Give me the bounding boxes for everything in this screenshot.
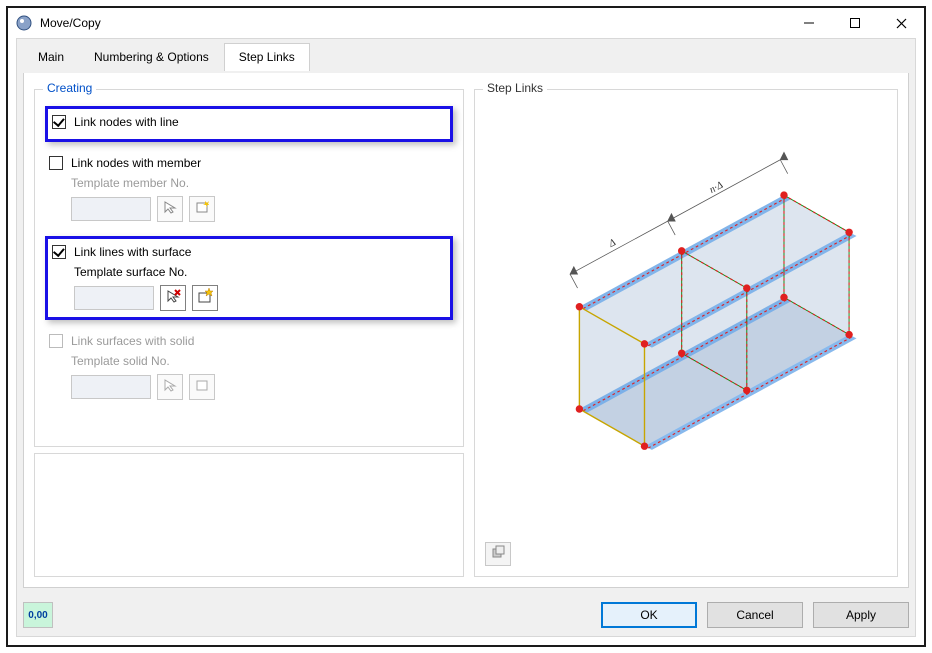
checkbox-link-nodes-member[interactable] bbox=[49, 156, 63, 170]
input-template-member[interactable] bbox=[71, 197, 151, 221]
label-link-lines-surface: Link lines with surface bbox=[74, 245, 191, 259]
cancel-button[interactable]: Cancel bbox=[707, 602, 803, 628]
tab-step-links[interactable]: Step Links bbox=[224, 43, 310, 71]
new-surface-button[interactable] bbox=[192, 285, 218, 311]
label-link-nodes-line: Link nodes with line bbox=[74, 115, 179, 129]
creating-group: Creating Link nodes with line bbox=[34, 89, 464, 447]
new-member-button[interactable] bbox=[189, 196, 215, 222]
option-link-nodes-line: Link nodes with line bbox=[45, 106, 453, 142]
label-template-solid: Template solid No. bbox=[71, 354, 451, 368]
option-link-nodes-member: Link nodes with member Template member N… bbox=[45, 148, 453, 230]
window-title: Move/Copy bbox=[40, 16, 786, 30]
tabs-row: Main Numbering & Options Step Links bbox=[23, 43, 921, 71]
svg-text:Δ: Δ bbox=[606, 237, 617, 250]
new-star-icon bbox=[197, 288, 213, 309]
input-template-surface[interactable] bbox=[74, 286, 154, 310]
label-template-member: Template member No. bbox=[71, 176, 451, 190]
checkbox-link-nodes-line[interactable] bbox=[52, 115, 66, 129]
preview-tool-button[interactable] bbox=[485, 542, 511, 566]
new-icon bbox=[195, 200, 209, 219]
checkbox-link-surfaces-solid bbox=[49, 334, 63, 348]
pick-icon bbox=[163, 378, 177, 397]
pick-surface-button[interactable] bbox=[160, 285, 186, 311]
pick-solid-button bbox=[157, 374, 183, 400]
preview-diagram: .face { fill: rgba(120,150,190,0.25); st… bbox=[505, 130, 877, 483]
decimal-places-button[interactable]: 0,00 bbox=[23, 602, 53, 628]
svg-text:n·Δ: n·Δ bbox=[708, 180, 725, 196]
ok-button[interactable]: OK bbox=[601, 602, 697, 628]
minimize-button[interactable] bbox=[786, 8, 832, 38]
apply-button[interactable]: Apply bbox=[813, 602, 909, 628]
creating-title: Creating bbox=[43, 81, 96, 95]
label-template-surface: Template surface No. bbox=[74, 265, 448, 279]
label-link-nodes-member: Link nodes with member bbox=[71, 156, 201, 170]
new-icon bbox=[195, 378, 209, 397]
blank-group bbox=[34, 453, 464, 577]
tab-numbering[interactable]: Numbering & Options bbox=[79, 43, 224, 71]
maximize-button[interactable] bbox=[832, 8, 878, 38]
option-link-surfaces-solid: Link surfaces with solid Template solid … bbox=[45, 326, 453, 408]
close-button[interactable] bbox=[878, 8, 924, 38]
tab-main[interactable]: Main bbox=[23, 43, 79, 71]
checkbox-link-lines-surface[interactable] bbox=[52, 245, 66, 259]
label-link-surfaces-solid: Link surfaces with solid bbox=[71, 334, 194, 348]
pick-delete-icon bbox=[165, 288, 181, 309]
preview-group: Step Links .face { fill: rgba(120,150,19… bbox=[474, 89, 898, 577]
app-icon bbox=[16, 15, 32, 31]
new-solid-button bbox=[189, 374, 215, 400]
option-link-lines-surface: Link lines with surface Template surface… bbox=[45, 236, 453, 320]
pick-member-button[interactable] bbox=[157, 196, 183, 222]
titlebar: Move/Copy bbox=[8, 8, 924, 38]
preview-title: Step Links bbox=[483, 81, 547, 95]
input-template-solid bbox=[71, 375, 151, 399]
pick-icon bbox=[163, 200, 177, 219]
preview-tool-icon bbox=[491, 545, 505, 564]
